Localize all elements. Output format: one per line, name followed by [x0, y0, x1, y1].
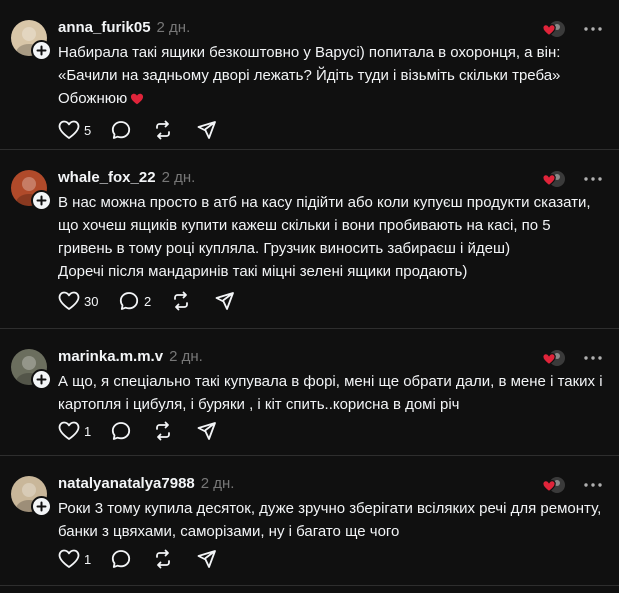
- reply-text-line: Роки 3 тому купила десяток, дуже зручно …: [58, 500, 602, 517]
- username-link[interactable]: natalyanatalya7988: [58, 475, 195, 492]
- follow-plus-button[interactable]: [31, 190, 52, 211]
- reply-button[interactable]: [110, 119, 132, 141]
- more-options-button[interactable]: [583, 169, 603, 189]
- timestamp: 2 дн.: [169, 348, 203, 365]
- more-icon: [584, 483, 602, 487]
- like-count: 1: [84, 423, 92, 439]
- reply-post: marinka.m.m.v 2 дн. А що, я спеціально та…: [0, 329, 619, 456]
- plus-icon: [36, 374, 47, 385]
- like-count: 1: [84, 551, 92, 567]
- share-icon: [197, 422, 216, 440]
- liked-by-author-badge: [541, 348, 567, 368]
- comment-icon: [111, 550, 131, 568]
- post-header: natalyanatalya7988 2 дн.: [58, 475, 234, 493]
- like-button[interactable]: 30: [58, 290, 98, 312]
- more-icon: [584, 27, 602, 31]
- comment-icon: [119, 292, 139, 310]
- liked-by-author-badge: [541, 19, 567, 39]
- comment-icon: [111, 422, 131, 440]
- username-link[interactable]: whale_fox_22: [58, 169, 156, 186]
- username-link[interactable]: anna_furik05: [58, 19, 151, 36]
- repost-button[interactable]: [152, 548, 174, 570]
- liked-by-author-badge: [541, 475, 567, 495]
- reply-text-line: що хочеш ящиків купити кажеш скільки і в…: [58, 217, 551, 234]
- username-link[interactable]: marinka.m.m.v: [58, 348, 163, 365]
- reply-post: anna_furik05 2 дн. Набирала такі ящики бе…: [0, 0, 619, 150]
- timestamp: 2 дн.: [200, 475, 235, 492]
- heart-icon: [58, 120, 80, 139]
- reply-text-line: Обожнюю: [58, 87, 606, 112]
- liked-by-author-badge: [541, 169, 567, 189]
- comment-icon: [111, 121, 131, 139]
- like-button[interactable]: 1: [58, 548, 91, 570]
- share-button[interactable]: [214, 290, 236, 312]
- reply-text-line: А що, я спеціально такі купувала в форі,…: [58, 373, 603, 390]
- reply-text-line: гривень в тому році купляла. Грузчик вин…: [58, 240, 511, 257]
- reply-button[interactable]: [110, 548, 132, 570]
- like-count: 5: [84, 122, 92, 138]
- share-button[interactable]: [196, 420, 218, 442]
- more-options-button[interactable]: [583, 19, 603, 39]
- share-icon: [197, 121, 216, 139]
- reply-text-line: банки з цвяхами, саморізами, ну і багато…: [58, 523, 400, 540]
- repost-icon: [156, 421, 170, 441]
- share-button[interactable]: [196, 119, 218, 141]
- post-header: anna_furik05 2 дн.: [58, 19, 190, 37]
- reply-text-line: В нас можна просто в атб на касу підійти…: [58, 194, 591, 211]
- plus-icon: [36, 501, 47, 512]
- reply-text: Набирала такі ящики безкоштовно у Варусі…: [58, 41, 606, 112]
- heart-icon: [58, 549, 80, 568]
- reply-text: Роки 3 тому купила десяток, дуже зручно …: [58, 497, 606, 543]
- more-icon: [584, 356, 602, 360]
- reply-text: А що, я спеціально такі купувала в форі,…: [58, 370, 606, 416]
- more-options-button[interactable]: [583, 348, 603, 368]
- reply-count: 2: [144, 293, 152, 309]
- repost-icon: [156, 549, 170, 569]
- follow-plus-button[interactable]: [31, 496, 52, 517]
- post-header: marinka.m.m.v 2 дн.: [58, 348, 203, 366]
- plus-icon: [36, 195, 47, 206]
- plus-icon: [36, 45, 47, 56]
- red-heart-emoji-icon: [130, 89, 144, 112]
- reply-button[interactable]: 2: [118, 290, 151, 312]
- reply-text: В нас можна просто в атб на касу підійти…: [58, 191, 606, 283]
- heart-icon: [58, 421, 80, 440]
- repost-icon: [156, 120, 170, 140]
- reply-text-line: «Бачили на задньому дворі лежать? Йдіть …: [58, 67, 561, 84]
- reply-text-line: Доречі після мандаринів такі міцні зелен…: [58, 263, 468, 280]
- repost-icon: [174, 291, 188, 311]
- more-options-button[interactable]: [583, 475, 603, 495]
- repost-button[interactable]: [170, 290, 192, 312]
- reply-text-line: Набирала такі ящики безкоштовно у Варусі…: [58, 44, 561, 61]
- timestamp: 2 дн.: [161, 169, 196, 186]
- heart-icon: [58, 291, 80, 310]
- timestamp: 2 дн.: [156, 19, 191, 36]
- follow-plus-button[interactable]: [31, 369, 52, 390]
- repost-button[interactable]: [152, 119, 174, 141]
- follow-plus-button[interactable]: [31, 40, 52, 61]
- reply-text-line: картопля і цибуля, і буряки , і кіт спит…: [58, 396, 460, 413]
- share-icon: [215, 292, 234, 310]
- share-icon: [197, 550, 216, 568]
- like-button[interactable]: 5: [58, 119, 91, 141]
- reply-post: natalyanatalya7988 2 дн. Роки 3 тому купи…: [0, 456, 619, 586]
- replies-feed: anna_furik05 2 дн. Набирала такі ящики бе…: [0, 0, 619, 593]
- reply-button[interactable]: [110, 420, 132, 442]
- reply-post: whale_fox_22 2 дн. В нас можна просто в а…: [0, 150, 619, 329]
- repost-button[interactable]: [152, 420, 174, 442]
- post-header: whale_fox_22 2 дн.: [58, 169, 195, 187]
- like-count: 30: [84, 293, 99, 309]
- like-button[interactable]: 1: [58, 420, 91, 442]
- share-button[interactable]: [196, 548, 218, 570]
- more-icon: [584, 177, 602, 181]
